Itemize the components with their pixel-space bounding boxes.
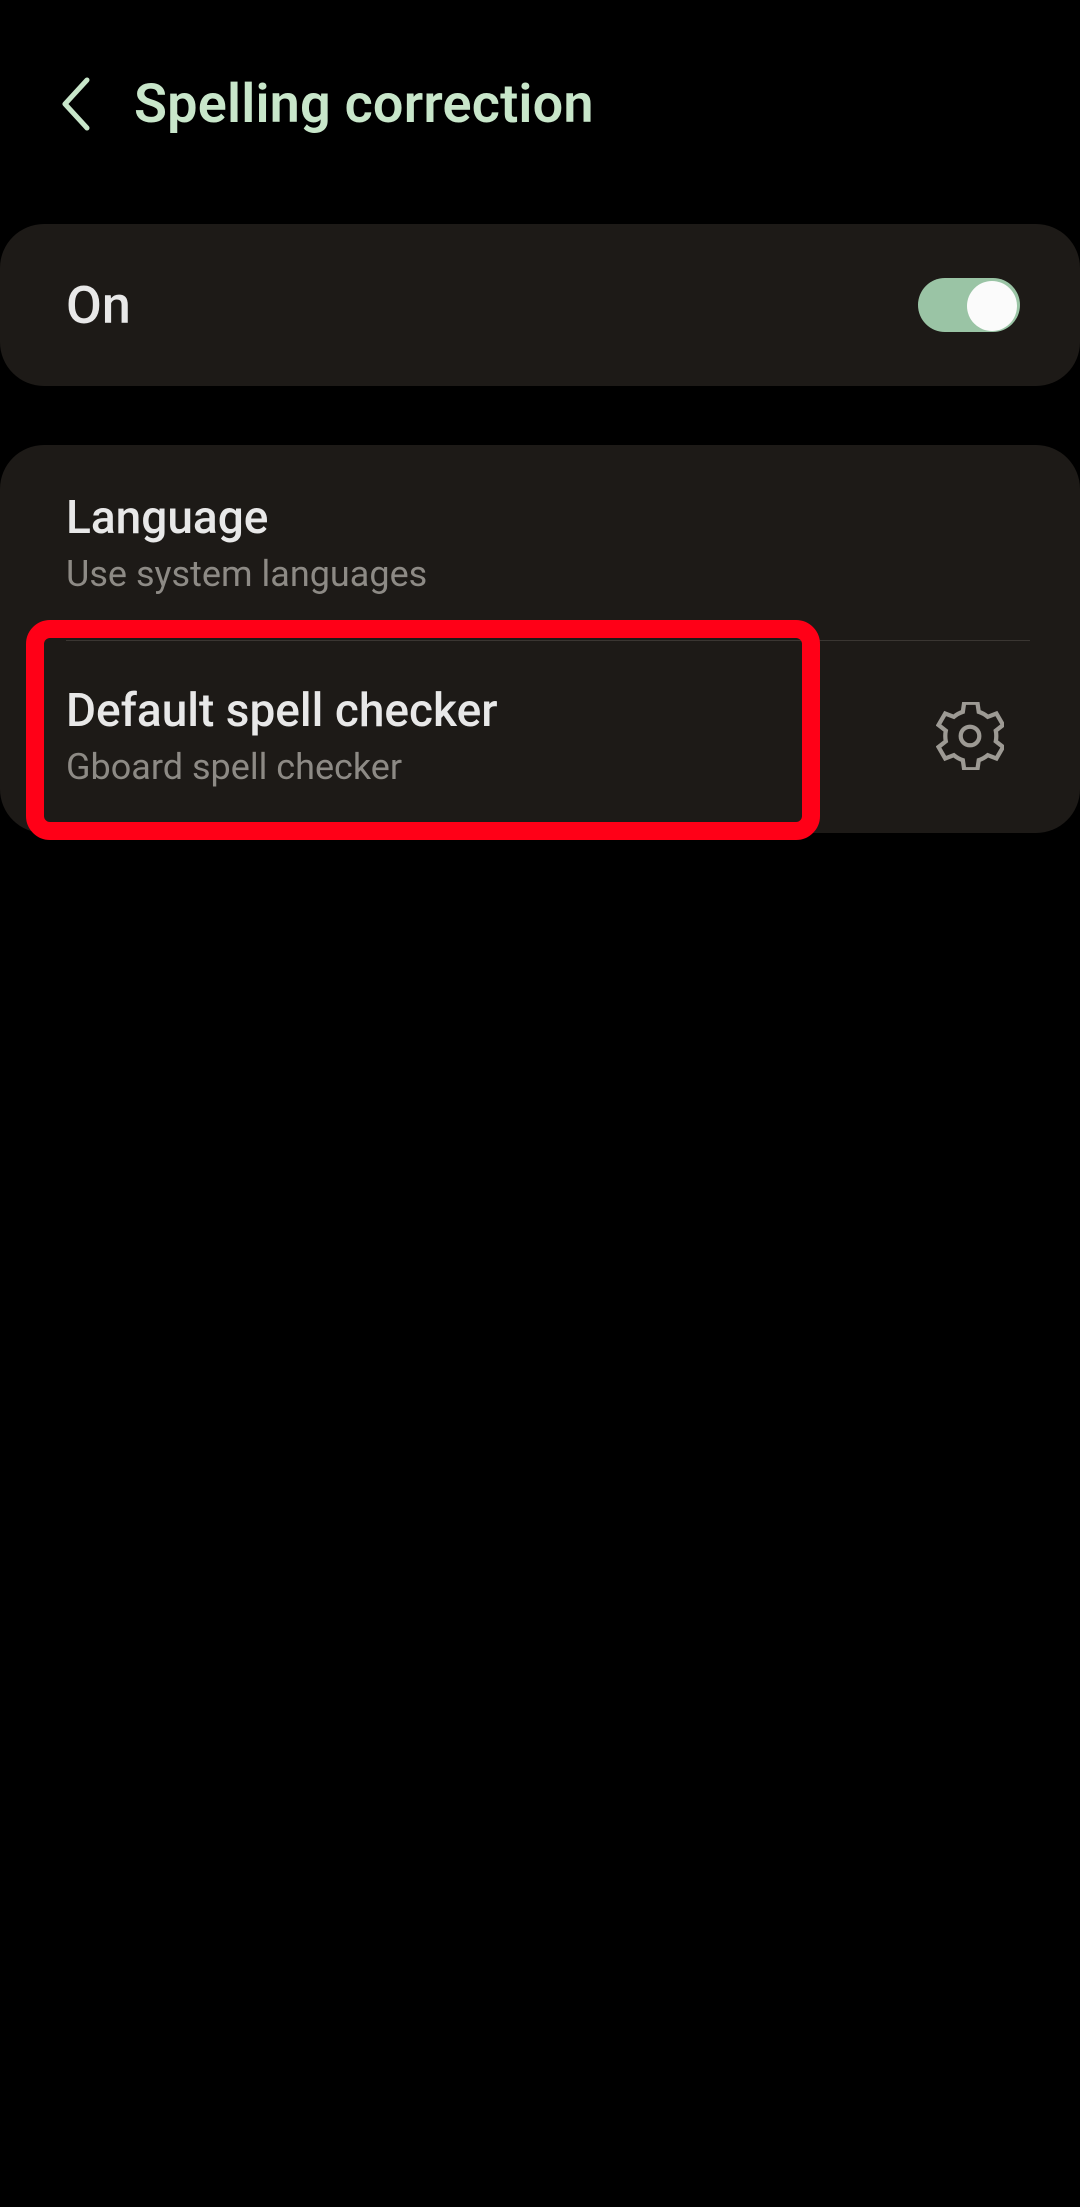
master-toggle-label: On bbox=[66, 275, 918, 336]
language-subtitle: Use system languages bbox=[66, 553, 1030, 595]
chevron-left-icon bbox=[57, 76, 93, 132]
gear-icon bbox=[936, 702, 1004, 770]
default-spell-checker-subtitle: Gboard spell checker bbox=[66, 746, 820, 788]
options-card: Language Use system languages Default sp… bbox=[0, 445, 1080, 833]
language-row[interactable]: Language Use system languages bbox=[66, 445, 1030, 641]
default-spell-checker-row[interactable]: Default spell checker Gboard spell check… bbox=[0, 641, 1080, 831]
default-spell-checker-title: Default spell checker bbox=[66, 684, 820, 738]
language-title: Language bbox=[66, 491, 1030, 545]
master-toggle-row[interactable]: On bbox=[0, 224, 1080, 386]
page-title: Spelling correction bbox=[134, 73, 594, 136]
header: Spelling correction bbox=[0, 54, 1080, 154]
default-spell-checker-settings-button[interactable] bbox=[860, 641, 1080, 831]
master-toggle-switch[interactable] bbox=[918, 278, 1020, 332]
back-button[interactable] bbox=[20, 54, 130, 154]
